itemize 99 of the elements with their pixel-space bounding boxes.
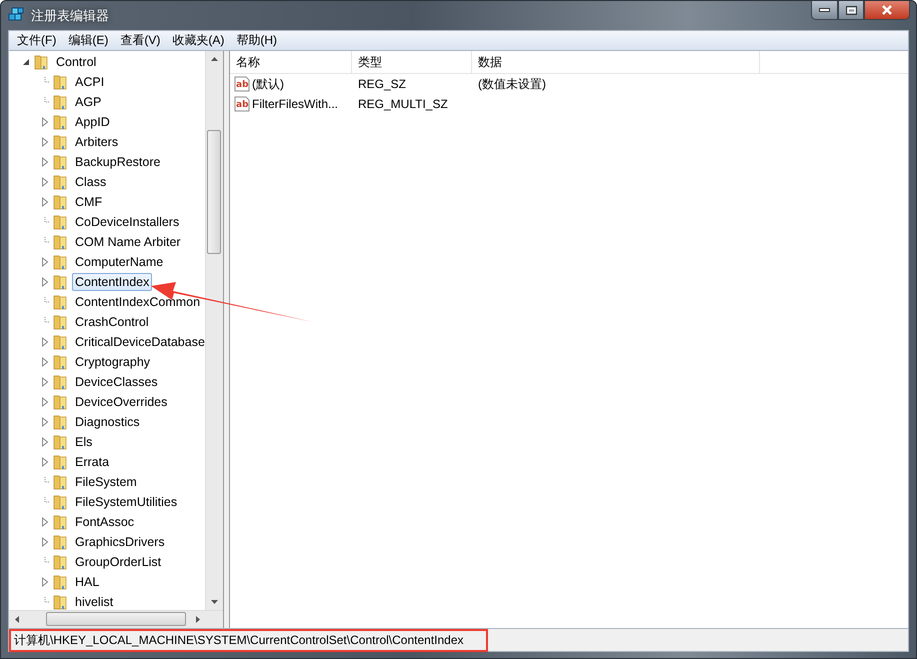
expand-arrow-icon[interactable] bbox=[40, 457, 50, 467]
tree-item[interactable]: AGP bbox=[72, 93, 104, 111]
expand-arrow-icon[interactable] bbox=[40, 357, 50, 367]
tree-item[interactable]: BackupRestore bbox=[72, 153, 164, 171]
menu-item[interactable]: 编辑(E) bbox=[62, 32, 114, 49]
folder-icon bbox=[52, 134, 68, 150]
folder-icon bbox=[52, 534, 68, 550]
expand-arrow-icon[interactable] bbox=[40, 157, 50, 167]
table-cell-text: REG_MULTI_SZ bbox=[357, 97, 449, 111]
expand-arrow-icon[interactable] bbox=[40, 517, 50, 527]
folder-icon bbox=[52, 234, 68, 250]
folder-icon bbox=[52, 554, 68, 570]
tree-item[interactable]: Els bbox=[72, 433, 96, 451]
menu-item[interactable]: 查看(V) bbox=[114, 32, 166, 49]
folder-icon bbox=[52, 254, 68, 270]
tree-item[interactable]: COM Name Arbiter bbox=[72, 233, 184, 251]
tree-item[interactable]: FontAssoc bbox=[72, 513, 138, 531]
string-value-icon: ab bbox=[234, 96, 250, 112]
table-cell-text: REG_SZ bbox=[357, 77, 408, 91]
folder-icon bbox=[33, 54, 49, 70]
folder-icon bbox=[52, 594, 68, 610]
expand-arrow-icon[interactable] bbox=[40, 537, 50, 547]
folder-icon bbox=[52, 494, 68, 510]
expand-arrow-icon[interactable] bbox=[40, 137, 50, 147]
expand-arrow-icon[interactable] bbox=[40, 337, 50, 347]
column-header[interactable]: 数据 bbox=[472, 51, 760, 73]
expand-arrow-icon[interactable] bbox=[40, 117, 50, 127]
value-name[interactable]: (默认) bbox=[252, 76, 284, 92]
expand-arrow-icon[interactable] bbox=[40, 437, 50, 447]
tree-item[interactable]: FileSystem bbox=[72, 473, 140, 491]
close-icon bbox=[881, 5, 893, 15]
folder-icon bbox=[52, 454, 68, 470]
expand-arrow-icon[interactable] bbox=[40, 577, 50, 587]
maximize-icon bbox=[846, 6, 856, 14]
tree-item[interactable]: CoDeviceInstallers bbox=[72, 213, 182, 231]
folder-icon bbox=[52, 374, 68, 390]
expand-arrow-icon[interactable] bbox=[40, 397, 50, 407]
tree-item[interactable]: HAL bbox=[72, 573, 102, 591]
tree-item[interactable]: FileSystemUtilities bbox=[72, 493, 180, 511]
value-name[interactable]: FilterFilesWith... bbox=[252, 97, 338, 111]
tree-item[interactable]: DeviceOverrides bbox=[72, 393, 170, 411]
folder-icon bbox=[52, 274, 68, 290]
folder-icon bbox=[52, 214, 68, 230]
folder-icon bbox=[52, 354, 68, 370]
maximize-button[interactable] bbox=[838, 1, 864, 20]
tree-item[interactable]: Errata bbox=[72, 453, 112, 471]
folder-icon bbox=[52, 334, 68, 350]
expand-arrow-icon[interactable] bbox=[40, 417, 50, 427]
tree-item[interactable]: CrashControl bbox=[72, 313, 152, 331]
folder-icon bbox=[52, 474, 68, 490]
folder-icon bbox=[52, 394, 68, 410]
scrollbar-thumb[interactable] bbox=[46, 612, 186, 626]
tree-item[interactable]: CMF bbox=[72, 193, 106, 211]
tree-item[interactable]: AppID bbox=[72, 113, 113, 131]
collapse-arrow-icon[interactable] bbox=[21, 57, 31, 67]
tree-item[interactable]: ACPI bbox=[72, 73, 108, 91]
tree-item[interactable]: Diagnostics bbox=[72, 413, 143, 431]
close-button[interactable] bbox=[864, 1, 910, 20]
folder-icon bbox=[52, 94, 68, 110]
column-header[interactable]: 名称 bbox=[230, 51, 352, 73]
folder-icon bbox=[52, 574, 68, 590]
folder-icon bbox=[52, 154, 68, 170]
tree-item[interactable]: DeviceClasses bbox=[72, 373, 161, 391]
scrollbar-thumb[interactable] bbox=[207, 130, 221, 254]
tree-item[interactable]: ContentIndex bbox=[72, 273, 152, 291]
folder-icon bbox=[52, 174, 68, 190]
folder-icon bbox=[52, 294, 68, 310]
tree-item[interactable]: ContentIndexCommon bbox=[72, 293, 204, 311]
expand-arrow-icon[interactable] bbox=[40, 257, 50, 267]
folder-icon bbox=[52, 514, 68, 530]
expand-arrow-icon[interactable] bbox=[40, 177, 50, 187]
tree-item[interactable]: GraphicsDrivers bbox=[72, 533, 168, 551]
tree-item[interactable]: GroupOrderList bbox=[72, 553, 164, 571]
menu-item[interactable]: 文件(F) bbox=[11, 32, 62, 49]
folder-icon bbox=[52, 114, 68, 130]
expand-arrow-icon[interactable] bbox=[40, 197, 50, 207]
minimize-icon bbox=[819, 8, 830, 12]
folder-icon bbox=[52, 314, 68, 330]
expand-arrow-icon[interactable] bbox=[40, 377, 50, 387]
menu-item[interactable]: 帮助(H) bbox=[230, 32, 283, 49]
registry-path: 计算机\HKEY_LOCAL_MACHINE\SYSTEM\CurrentControlSet\Control\ContentIndex bbox=[9, 628, 488, 652]
table-cell-text: (数值未设置) bbox=[477, 76, 547, 92]
tree-item[interactable]: hivelist bbox=[72, 593, 116, 610]
tree-item[interactable]: Arbiters bbox=[72, 133, 122, 151]
folder-icon bbox=[52, 74, 68, 90]
tree-item[interactable]: Cryptography bbox=[72, 353, 154, 371]
tree-item[interactable]: Control bbox=[53, 53, 100, 71]
expand-arrow-icon[interactable] bbox=[40, 277, 50, 287]
tree-item[interactable]: Class bbox=[72, 173, 110, 191]
tree-item[interactable]: ComputerName bbox=[72, 253, 166, 271]
folder-icon bbox=[52, 414, 68, 430]
folder-icon bbox=[52, 194, 68, 210]
window-title: 注册表编辑器 bbox=[31, 7, 109, 25]
minimize-button[interactable] bbox=[811, 1, 838, 20]
string-value-icon: ab bbox=[234, 76, 250, 92]
folder-icon bbox=[52, 434, 68, 450]
tree-item[interactable]: CriticalDeviceDatabase bbox=[72, 333, 205, 351]
menu-item[interactable]: 收藏夹(A) bbox=[166, 32, 230, 49]
column-header[interactable]: 类型 bbox=[352, 51, 472, 73]
